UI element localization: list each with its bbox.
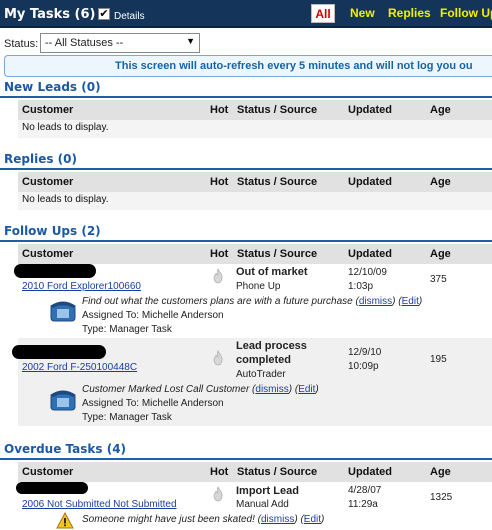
details-label: Details bbox=[114, 11, 145, 22]
col-status-source: Status / Source bbox=[237, 104, 318, 116]
col-status-source: Status / Source bbox=[237, 248, 318, 260]
lead-source: Manual Add bbox=[236, 499, 289, 510]
section-title-overdue-tasks: Overdue Tasks (4) bbox=[4, 442, 127, 456]
tab-all[interactable]: All bbox=[311, 4, 335, 23]
dropdown-arrow-icon: ▼ bbox=[186, 36, 195, 46]
col-age: Age bbox=[430, 176, 451, 188]
flame-icon[interactable] bbox=[212, 268, 224, 284]
edit-link[interactable]: Edit bbox=[304, 514, 321, 525]
dismiss-link[interactable]: dismiss bbox=[255, 384, 288, 395]
lead-status-line1: Lead process bbox=[236, 340, 307, 352]
tab-replies[interactable]: Replies bbox=[388, 6, 431, 20]
table-header: Customer Hot Status / Source Updated Age bbox=[18, 172, 492, 192]
lead-source: Phone Up bbox=[236, 281, 281, 292]
task-type: Type: Manager Task bbox=[82, 324, 172, 335]
new-leads-empty: No leads to display. bbox=[22, 122, 109, 133]
task-note: Find out what the customers plans are wi… bbox=[82, 296, 423, 307]
lead-status-line2: completed bbox=[236, 354, 292, 366]
task-note: Someone might have just been skated! (di… bbox=[82, 514, 325, 525]
details-checkbox[interactable]: ✔ bbox=[98, 8, 110, 20]
vehicle-link[interactable]: 2010 Ford Explorer100660 bbox=[22, 281, 141, 292]
assigned-to: Assigned To: Michelle Anderson bbox=[82, 310, 224, 321]
col-updated: Updated bbox=[348, 104, 392, 116]
col-hot: Hot bbox=[210, 466, 229, 478]
phone-icon bbox=[50, 390, 76, 411]
col-age: Age bbox=[430, 248, 451, 260]
task-note: Customer Marked Lost Call Customer (dism… bbox=[82, 384, 319, 395]
lead-status: Import Lead bbox=[236, 485, 299, 497]
edit-link[interactable]: Edit bbox=[402, 296, 419, 307]
updated-date: 4/28/07 bbox=[348, 485, 382, 496]
lead-age: 1325 bbox=[430, 492, 453, 503]
auto-refresh-notice: This screen will auto-refresh every 5 mi… bbox=[4, 55, 492, 77]
redacted-customer-name bbox=[14, 264, 96, 278]
lead-age: 195 bbox=[430, 354, 447, 365]
col-updated: Updated bbox=[348, 248, 392, 260]
page-title: My Tasks (6) bbox=[4, 7, 96, 22]
col-hot: Hot bbox=[210, 248, 229, 260]
status-filter-select[interactable]: -- All Statuses -- ▼ bbox=[40, 33, 200, 53]
section-divider bbox=[0, 96, 492, 98]
tab-follow-up[interactable]: Follow Up bbox=[440, 6, 492, 20]
vehicle-link[interactable]: 2006 Not Submitted Not Submitted bbox=[22, 499, 177, 510]
lead-age: 375 bbox=[430, 274, 447, 285]
status-filter-value: -- All Statuses -- bbox=[45, 37, 124, 49]
flame-icon[interactable] bbox=[212, 486, 224, 502]
col-updated: Updated bbox=[348, 466, 392, 478]
top-bar: My Tasks (6) ✔ Details All New Replies F… bbox=[0, 0, 492, 28]
table-header: Customer Hot Status / Source Updated Age bbox=[18, 244, 492, 264]
status-filter-label: Status: bbox=[4, 38, 39, 50]
col-status-source: Status / Source bbox=[237, 466, 318, 478]
col-customer: Customer bbox=[22, 466, 74, 478]
lead-source: AutoTrader bbox=[236, 369, 286, 380]
updated-date: 12/10/09 bbox=[348, 267, 387, 278]
assigned-to: Assigned To: Michelle Anderson bbox=[82, 398, 224, 409]
col-age: Age bbox=[430, 466, 451, 478]
section-title-new-leads: New Leads (0) bbox=[4, 80, 101, 94]
phone-icon bbox=[50, 301, 76, 322]
col-customer: Customer bbox=[22, 104, 74, 116]
section-divider bbox=[0, 458, 492, 460]
tab-new[interactable]: New bbox=[350, 6, 375, 20]
warning-icon bbox=[56, 512, 74, 529]
updated-time: 1:03p bbox=[348, 281, 374, 292]
redacted-customer-name bbox=[16, 482, 88, 494]
dismiss-link[interactable]: dismiss bbox=[261, 514, 294, 525]
task-type: Type: Manager Task bbox=[82, 412, 172, 423]
updated-time: 10:09p bbox=[348, 361, 379, 372]
vehicle-link[interactable]: 2002 Ford F-250100448C bbox=[22, 362, 137, 373]
col-updated: Updated bbox=[348, 176, 392, 188]
col-hot: Hot bbox=[210, 176, 229, 188]
table-header: Customer Hot Status / Source Updated Age bbox=[18, 462, 492, 482]
table-header: Customer Hot Status / Source Updated Age bbox=[18, 100, 492, 120]
section-title-replies: Replies (0) bbox=[4, 152, 77, 166]
replies-empty: No leads to display. bbox=[22, 194, 109, 205]
section-divider bbox=[0, 168, 492, 170]
dismiss-link[interactable]: dismiss bbox=[359, 296, 392, 307]
col-status-source: Status / Source bbox=[237, 176, 318, 188]
section-title-follow-ups: Follow Ups (2) bbox=[4, 224, 101, 238]
col-age: Age bbox=[430, 104, 451, 116]
flame-icon[interactable] bbox=[212, 350, 224, 366]
edit-link[interactable]: Edit bbox=[298, 384, 315, 395]
updated-date: 12/9/10 bbox=[348, 347, 382, 358]
updated-time: 11:29a bbox=[348, 499, 378, 510]
redacted-customer-name bbox=[12, 345, 106, 359]
col-customer: Customer bbox=[22, 248, 74, 260]
col-hot: Hot bbox=[210, 104, 229, 116]
lead-status: Out of market bbox=[236, 266, 308, 278]
col-customer: Customer bbox=[22, 176, 74, 188]
section-divider bbox=[0, 240, 492, 242]
